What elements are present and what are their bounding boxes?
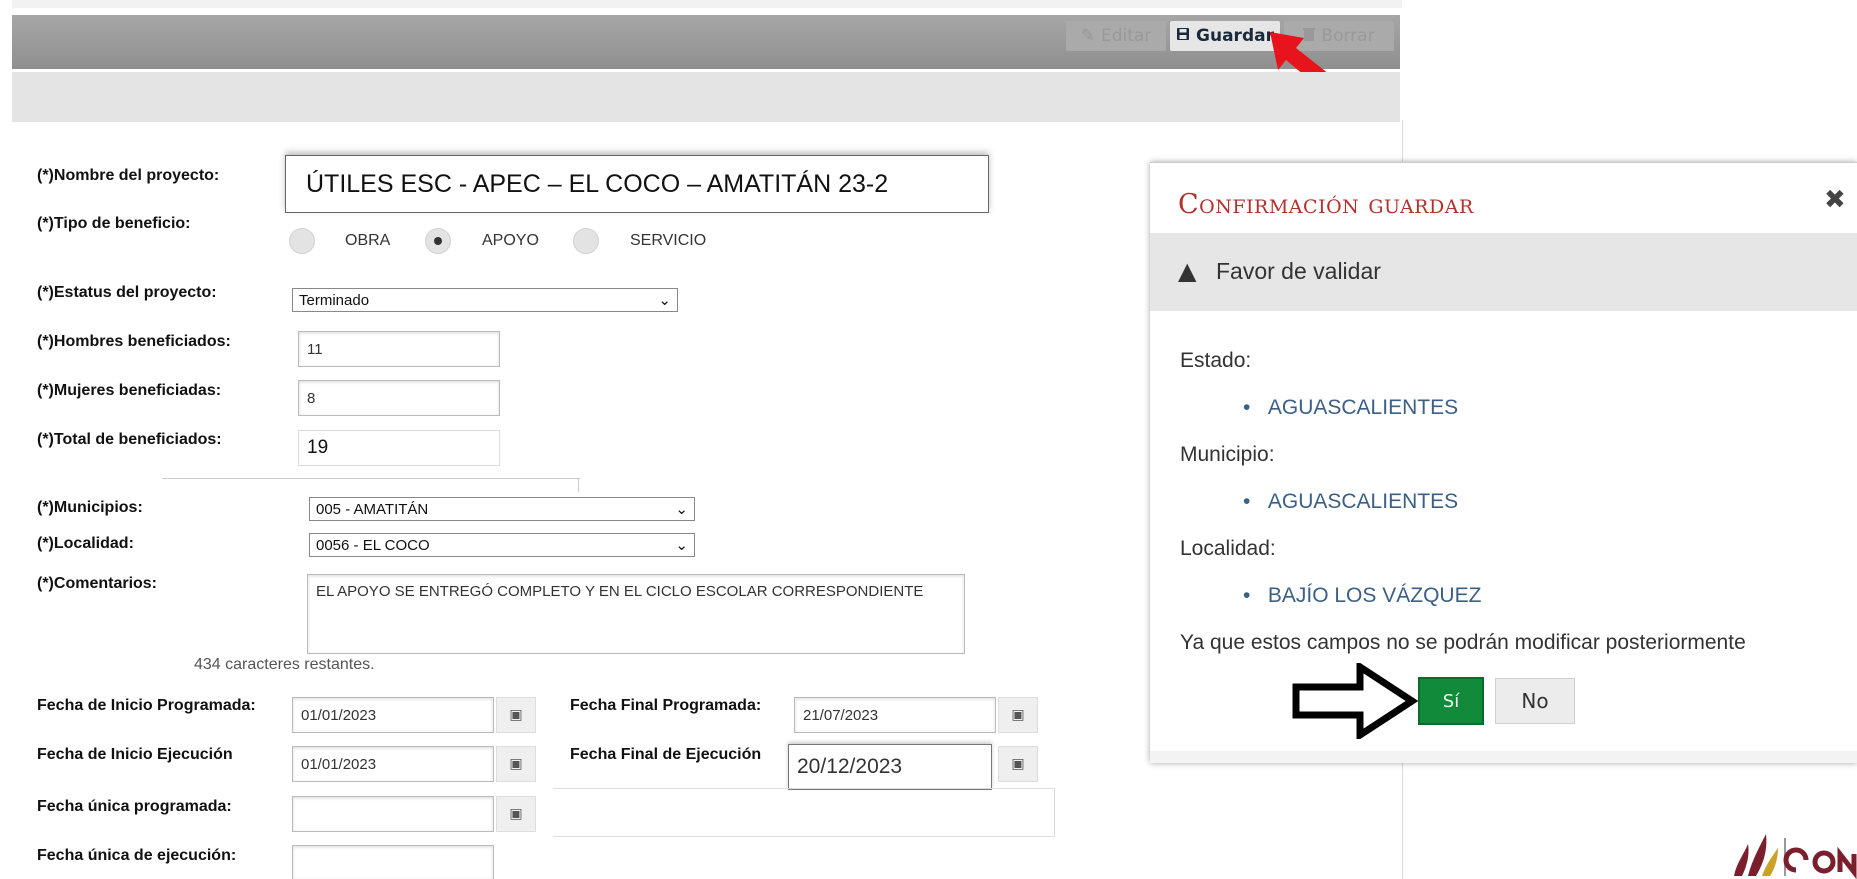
benefit-type-label: (*)Tipo de beneficio: — [37, 215, 191, 232]
municipio-value: AGUASCALIENTES — [1267, 490, 1459, 513]
radio-apoyo-label: APOYO — [482, 232, 539, 249]
pencil-icon: ✎ — [1080, 26, 1095, 46]
end-execution-label: Fecha Final de Ejecución — [570, 746, 762, 763]
logo-icon — [1734, 834, 1857, 879]
estado-item: • AGUASCALIENTES — [1243, 396, 1459, 419]
warning-text: Favor de validar — [1216, 258, 1381, 284]
no-label: No — [1521, 689, 1549, 713]
localidad-select[interactable]: 0056 - EL COCO ⌄ — [309, 533, 695, 557]
calendar-icon[interactable]: ▣ — [998, 746, 1038, 782]
radio-obra-label: OBRA — [345, 232, 391, 249]
status-label: (*)Estatus del proyecto: — [37, 284, 217, 301]
estado-label: Estado: — [1180, 349, 1252, 372]
comments-textarea[interactable]: EL APOYO SE ENTREGÓ COMPLETO Y EN EL CIC… — [307, 574, 965, 654]
end-execution-value: 20/12/2023 — [797, 755, 903, 778]
separator-tick — [578, 478, 579, 492]
project-name-input[interactable]: ÚTILES ESC - APEC – EL COCO – AMATITÁN 2… — [285, 155, 989, 213]
municipio-label: Municipio: — [1180, 443, 1275, 466]
save-button[interactable]: Guardar — [1170, 21, 1280, 51]
end-programmed-label: Fecha Final Programada: — [570, 697, 762, 714]
total-value: 19 — [307, 437, 329, 458]
municipios-select[interactable]: 005 - AMATITÁN ⌄ — [309, 497, 695, 521]
localidad-label: (*)Localidad: — [37, 535, 134, 552]
close-icon[interactable]: ✖ — [1824, 185, 1846, 215]
estado-value: AGUASCALIENTES — [1267, 396, 1459, 419]
separator — [553, 836, 1055, 837]
status-value: Terminado — [299, 291, 370, 309]
calendar-icon[interactable]: ▣ — [496, 796, 536, 832]
warning-icon: ▲ — [1178, 257, 1197, 285]
start-execution-label: Fecha de Inicio Ejecución — [37, 746, 233, 763]
women-label: (*)Mujeres beneficiadas: — [37, 382, 222, 399]
localidad-item: • BAJÍO LOS VÁZQUEZ — [1243, 584, 1482, 607]
calendar-icon[interactable]: ▣ — [496, 697, 536, 733]
single-execution-input[interactable] — [292, 845, 494, 879]
start-execution-value: 01/01/2023 — [301, 755, 377, 773]
localidad-value: 0056 - EL COCO — [316, 536, 430, 554]
municipios-label: (*)Municipios: — [37, 499, 143, 516]
end-execution-input[interactable]: 20/12/2023 — [788, 744, 992, 790]
municipio-item: • AGUASCALIENTES — [1243, 490, 1459, 513]
dialog-note: Ya que estos campos no se podrán modific… — [1180, 631, 1746, 654]
dropdown-arrow-icon: ⌄ — [658, 292, 671, 309]
single-programmed-input[interactable] — [292, 796, 494, 832]
radio-obra[interactable] — [289, 228, 315, 254]
radio-servicio-label: SERVICIO — [630, 232, 707, 249]
save-icon — [1176, 26, 1190, 46]
dropdown-arrow-icon: ⌄ — [675, 537, 688, 554]
save-label: Guardar — [1196, 26, 1274, 46]
status-select[interactable]: Terminado ⌄ — [292, 288, 678, 312]
men-input[interactable]: 11 — [298, 331, 500, 367]
comments-label: (*)Comentarios: — [37, 575, 158, 592]
edit-button[interactable]: ✎ Editar — [1066, 21, 1166, 51]
sub-toolbar — [12, 72, 1400, 122]
radio-selected-dot — [434, 237, 442, 245]
project-name-value: ÚTILES ESC - APEC – EL COCO – AMATITÁN 2… — [306, 169, 889, 198]
start-programmed-label: Fecha de Inicio Programada: — [37, 697, 256, 714]
single-programmed-label: Fecha única programada: — [37, 798, 232, 815]
radio-servicio[interactable] — [573, 228, 599, 254]
calendar-icon[interactable]: ▣ — [998, 697, 1038, 733]
single-execution-label: Fecha única de ejecución: — [37, 847, 237, 864]
start-execution-input[interactable]: 01/01/2023 — [292, 746, 494, 782]
comments-value: EL APOYO SE ENTREGÓ COMPLETO Y EN EL CIC… — [316, 583, 924, 600]
dialog-title: Confirmación guardar — [1178, 189, 1474, 220]
start-programmed-input[interactable]: 01/01/2023 — [292, 697, 494, 733]
separator — [162, 478, 580, 479]
yes-label: Sí — [1442, 690, 1460, 712]
edit-label: Editar — [1100, 26, 1152, 46]
total-input[interactable]: 19 — [298, 430, 500, 466]
dropdown-arrow-icon: ⌄ — [675, 501, 688, 518]
calendar-icon[interactable]: ▣ — [496, 746, 536, 782]
men-value: 11 — [307, 340, 323, 358]
men-label: (*)Hombres beneficiados: — [37, 333, 231, 350]
localidad-dialog-label: Localidad: — [1180, 537, 1276, 560]
pointer-arrow-icon — [1292, 663, 1418, 739]
dialog-footer — [1150, 751, 1857, 763]
localidad-dialog-value: BAJÍO LOS VÁZQUEZ — [1267, 584, 1482, 607]
end-programmed-input[interactable]: 21/07/2023 — [794, 697, 996, 733]
top-strip — [12, 0, 1402, 8]
women-input[interactable]: 8 — [298, 380, 500, 416]
municipios-value: 005 - AMATITÁN — [316, 500, 429, 518]
no-button[interactable]: No — [1495, 678, 1575, 724]
separator — [553, 788, 1055, 789]
separator — [1054, 788, 1055, 836]
women-value: 8 — [307, 389, 316, 407]
radio-apoyo[interactable] — [425, 228, 451, 254]
end-programmed-value: 21/07/2023 — [803, 706, 879, 724]
warning-bar: ▲ Favor de validar — [1150, 233, 1857, 311]
project-name-label: (*)Nombre del proyecto: — [37, 167, 220, 184]
start-programmed-value: 01/01/2023 — [301, 706, 377, 724]
chars-remaining: 434 caracteres restantes. — [194, 656, 375, 673]
confirm-dialog: Confirmación guardar ✖ ▲ Favor de valida… — [1150, 162, 1857, 763]
total-label: (*)Total de beneficiados: — [37, 431, 222, 448]
yes-button[interactable]: Sí — [1418, 677, 1484, 725]
